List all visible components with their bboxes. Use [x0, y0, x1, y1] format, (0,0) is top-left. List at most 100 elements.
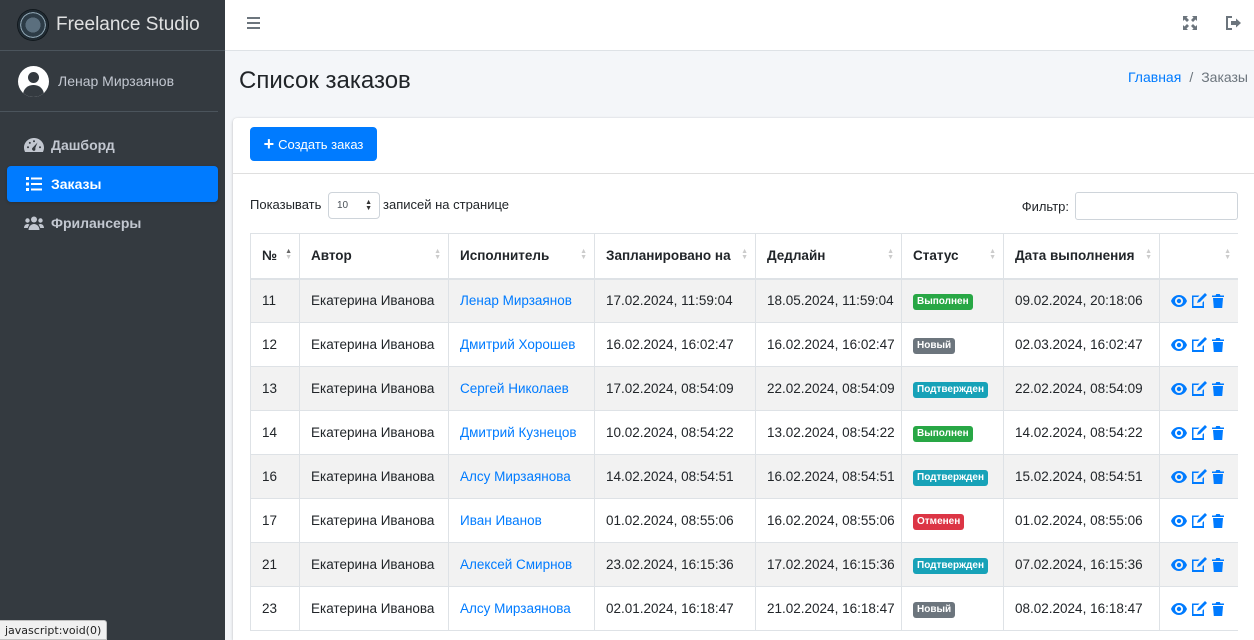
- sidebar-item-orders[interactable]: Заказы: [7, 166, 218, 202]
- page-length-select[interactable]: 10 ▲ ▼: [328, 192, 380, 219]
- order-id: 17: [250, 498, 300, 543]
- order-completed: 14.02.2024, 08:54:22: [1003, 410, 1160, 455]
- trash-icon[interactable]: [1212, 469, 1224, 484]
- sidebar-item-label: Заказы: [51, 176, 102, 192]
- order-deadline: 17.02.2024, 16:15:36: [755, 542, 902, 587]
- order-actions: [1159, 410, 1238, 455]
- edit-icon[interactable]: [1192, 293, 1207, 309]
- logout-icon[interactable]: [1226, 16, 1242, 32]
- trash-icon[interactable]: [1212, 601, 1224, 616]
- page-title: Список заказов: [239, 67, 411, 94]
- column-header-executor[interactable]: Исполнитель ▲ ▼: [448, 233, 595, 280]
- column-header-status[interactable]: Статус ▲ ▼: [901, 233, 1004, 280]
- order-status-cell: Выполнен: [901, 278, 1004, 323]
- menu-toggle-icon[interactable]: [247, 17, 260, 30]
- order-actions: [1159, 322, 1238, 367]
- order-actions: [1159, 454, 1238, 499]
- trash-icon[interactable]: [1212, 513, 1224, 528]
- view-icon[interactable]: [1171, 558, 1187, 571]
- user-panel[interactable]: Ленар Мирзаянов: [0, 51, 218, 112]
- order-actions: [1159, 586, 1238, 631]
- users-icon: [24, 214, 44, 232]
- order-actions: [1159, 542, 1238, 587]
- order-executor-link[interactable]: Алексей Смирнов: [448, 542, 595, 587]
- orders-table-body: 11 Екатерина Иванова Ленар Мирзаянов 17.02.…: [250, 278, 1238, 631]
- breadcrumb-current: Заказы: [1201, 69, 1248, 85]
- column-header-completed[interactable]: Дата выполнения ▲ ▼: [1003, 233, 1160, 280]
- column-header-number[interactable]: № ▲ ▼: [250, 233, 300, 280]
- brand-link[interactable]: Freelance Studio: [0, 0, 225, 51]
- trash-icon[interactable]: [1212, 557, 1224, 572]
- sidebar-item-freelancers[interactable]: Фрилансеры: [7, 205, 218, 241]
- view-icon[interactable]: [1171, 602, 1187, 615]
- order-author: Екатерина Иванова: [299, 586, 449, 631]
- view-icon[interactable]: [1171, 338, 1187, 351]
- order-id: 16: [250, 454, 300, 499]
- order-completed: 01.02.2024, 08:55:06: [1003, 498, 1160, 543]
- order-status-cell: Подтвержден: [901, 542, 1004, 587]
- view-icon[interactable]: [1171, 382, 1187, 395]
- orders-card: + Создать заказ Показывать 10 ▲ ▼ записей…: [233, 118, 1254, 640]
- edit-icon[interactable]: [1192, 337, 1207, 352]
- order-deadline: 16.02.2024, 16:02:47: [755, 322, 902, 367]
- trash-icon[interactable]: [1212, 337, 1224, 352]
- order-author: Екатерина Иванова: [299, 542, 449, 587]
- sidebar-nav: Дашборд Заказы Фрилансеры: [0, 112, 225, 241]
- order-deadline: 21.02.2024, 16:18:47: [755, 586, 902, 631]
- order-completed: 22.02.2024, 08:54:09: [1003, 366, 1160, 411]
- list-icon: [24, 175, 44, 193]
- order-executor-link[interactable]: Дмитрий Хорошев: [448, 322, 595, 367]
- status-badge: Подтвержден: [913, 557, 989, 574]
- order-id: 23: [250, 586, 300, 631]
- order-completed: 09.02.2024, 20:18:06: [1003, 278, 1160, 323]
- edit-icon[interactable]: [1192, 469, 1207, 484]
- order-executor-link[interactable]: Дмитрий Кузнецов: [448, 410, 595, 455]
- column-header-planned[interactable]: Запланировано на ▲ ▼: [594, 233, 756, 280]
- order-actions: [1159, 278, 1238, 323]
- order-status-cell: Отменен: [901, 498, 1004, 543]
- edit-icon[interactable]: [1192, 381, 1207, 396]
- trash-icon[interactable]: [1212, 381, 1224, 396]
- order-executor-link[interactable]: Ленар Мирзаянов: [448, 278, 595, 323]
- view-icon[interactable]: [1171, 514, 1187, 527]
- order-executor-link[interactable]: Алсу Мирзаянова: [448, 454, 595, 499]
- edit-icon[interactable]: [1192, 601, 1207, 616]
- breadcrumb-home-link[interactable]: Главная: [1128, 69, 1181, 85]
- sidebar-item-dashboard[interactable]: Дашборд: [7, 127, 218, 163]
- sidebar-item-label: Дашборд: [51, 137, 115, 153]
- user-name: Ленар Мирзаянов: [58, 73, 175, 89]
- view-icon[interactable]: [1171, 426, 1187, 439]
- table-controls: Показывать 10 ▲ ▼ записей на странице Фил…: [250, 192, 1238, 220]
- edit-icon[interactable]: [1192, 425, 1207, 440]
- order-actions: [1159, 366, 1238, 411]
- trash-icon[interactable]: [1212, 293, 1224, 308]
- trash-icon[interactable]: [1212, 425, 1224, 440]
- edit-icon[interactable]: [1192, 513, 1207, 528]
- status-badge: Выполнен: [913, 293, 973, 310]
- column-header-author[interactable]: Автор ▲ ▼: [299, 233, 449, 280]
- table-row: 16 Екатерина Иванова Алсу Мирзаянова 14.02.…: [250, 454, 1238, 499]
- order-executor-link[interactable]: Алсу Мирзаянова: [448, 586, 595, 631]
- sort-asc-icon: ▲ ▼: [285, 248, 292, 261]
- order-executor-link[interactable]: Иван Иванов: [448, 498, 595, 543]
- view-icon[interactable]: [1171, 294, 1187, 307]
- sort-icon: ▲ ▼: [741, 248, 748, 261]
- order-author: Екатерина Иванова: [299, 410, 449, 455]
- order-planned: 02.01.2024, 16:18:47: [594, 586, 756, 631]
- view-icon[interactable]: [1171, 470, 1187, 483]
- status-badge: Подтвержден: [913, 469, 989, 486]
- column-header-deadline[interactable]: Дедлайн ▲ ▼: [755, 233, 902, 280]
- order-status-cell: Подтвержден: [901, 366, 1004, 411]
- edit-icon[interactable]: [1192, 557, 1207, 572]
- column-header-actions[interactable]: ▲ ▼: [1159, 233, 1238, 280]
- order-author: Екатерина Иванова: [299, 454, 449, 499]
- order-planned: 14.02.2024, 08:54:51: [594, 454, 756, 499]
- filter-input[interactable]: [1075, 192, 1238, 220]
- brand-title: Freelance Studio: [56, 14, 200, 35]
- table-header-row: № ▲ ▼ Автор ▲ ▼ Исполнитель ▲ ▼ Запланировано …: [250, 233, 1238, 280]
- order-executor-link[interactable]: Сергей Николаев: [448, 366, 595, 411]
- sidebar-item-label: Фрилансеры: [51, 215, 142, 231]
- create-order-button[interactable]: + Создать заказ: [250, 127, 377, 161]
- fullscreen-icon[interactable]: [1183, 16, 1199, 32]
- content-header: Список заказов Главная / Заказы: [225, 51, 1254, 118]
